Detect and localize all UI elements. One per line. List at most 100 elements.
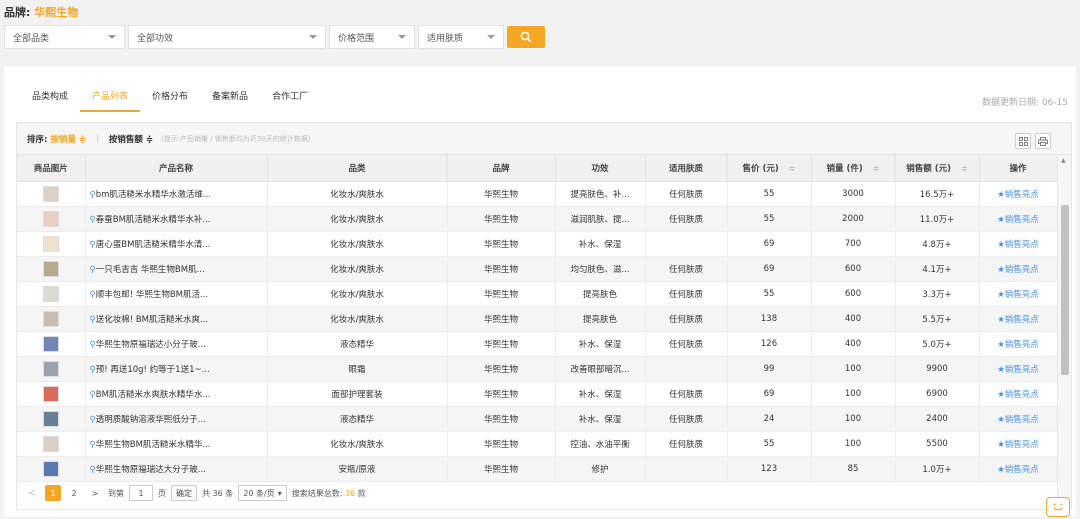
- product-name-text[interactable]: 唐心蛋BM肌活糙米精华水清...: [96, 240, 211, 250]
- highlight-link[interactable]: ★销售亮点: [979, 256, 1058, 282]
- sort-by-sales-button[interactable]: 按销量 ≑: [50, 133, 86, 145]
- product-name-cell[interactable]: ⚲送化妆棉! BM肌活糙米水爽...: [85, 306, 268, 332]
- product-name-text[interactable]: 预! 再送10g! 约等于1送1~...: [96, 365, 210, 375]
- sort-by-revenue-button[interactable]: 按销售额 ≑: [109, 133, 153, 145]
- effect-select[interactable]: 全部功效: [128, 25, 326, 49]
- column-settings-button[interactable]: [1015, 133, 1031, 149]
- skin-cell: 任何肤质: [645, 306, 728, 332]
- highlight-link[interactable]: ★销售亮点: [979, 456, 1058, 482]
- product-name-text[interactable]: 华熙生物BM肌活糙米水精华...: [96, 440, 211, 450]
- smile-chat-icon: [1053, 503, 1063, 511]
- product-name-cell[interactable]: ⚲BM肌活糙米水爽肤水精华水...: [85, 381, 268, 407]
- product-thumbnail[interactable]: [42, 385, 59, 402]
- product-name-text[interactable]: 华熙生物原福瑞达大分子玻...: [96, 465, 206, 475]
- col-header-price[interactable]: 售价 (元) ≑: [727, 155, 812, 182]
- goto-page-input[interactable]: 1: [129, 485, 153, 501]
- col-header-sales[interactable]: 销量 (件) ≑: [811, 155, 896, 182]
- price-cell: 55: [727, 206, 812, 232]
- category-select[interactable]: 全部品类: [4, 25, 125, 49]
- product-thumbnail[interactable]: [42, 460, 59, 477]
- highlight-link[interactable]: ★销售亮点: [979, 431, 1058, 457]
- divider: |: [96, 133, 99, 144]
- tab-new-filings[interactable]: 备案新品: [200, 89, 260, 112]
- brand-cell: 华熙生物: [447, 256, 556, 282]
- result-total: 搜索结果总数: 36 款: [292, 488, 366, 499]
- brand-cell: 华熙生物: [447, 356, 556, 382]
- goto-label: 到第: [108, 488, 124, 498]
- search-button[interactable]: [507, 26, 545, 48]
- product-thumbnail[interactable]: [42, 260, 59, 277]
- table-header-row: 商品图片 产品名称 品类 品牌 功效 适用肤质 售价 (元) ≑ 销量 (件) ≑ …: [17, 155, 1058, 182]
- highlight-link[interactable]: ★销售亮点: [979, 356, 1058, 382]
- highlight-link[interactable]: ★销售亮点: [979, 206, 1058, 232]
- category-cell: 液态精华: [267, 331, 448, 357]
- tab-product-list[interactable]: 产品列表: [80, 89, 141, 112]
- total-count: 共 36 条: [202, 488, 234, 498]
- product-name-text[interactable]: 透明质酸钠溶液华熙低分子...: [96, 415, 206, 425]
- product-thumbnail[interactable]: [42, 235, 59, 252]
- skin-cell: [645, 456, 728, 482]
- scrollbar-thumb[interactable]: [1061, 205, 1069, 375]
- product-name-text[interactable]: 送化妆棉! BM肌活糙米水爽...: [96, 315, 208, 325]
- page-1-button[interactable]: 1: [45, 485, 61, 501]
- print-button[interactable]: [1035, 133, 1051, 149]
- goto-confirm-button[interactable]: 确定: [171, 485, 197, 501]
- category-cell: 安瓶/原液: [267, 456, 448, 482]
- product-name-cell[interactable]: ⚲透明质酸钠溶液华熙低分子...: [85, 406, 268, 432]
- product-name-cell[interactable]: ⚲顺丰包邮! 华熙生物BM肌活...: [85, 281, 268, 307]
- product-name-text[interactable]: 顺丰包邮! 华熙生物BM肌活...: [96, 290, 208, 300]
- product-thumbnail[interactable]: [42, 335, 59, 352]
- vertical-scrollbar[interactable]: ▲ ▼: [1057, 155, 1071, 510]
- highlight-link[interactable]: ★销售亮点: [979, 406, 1058, 432]
- product-name-text[interactable]: bm肌活糙米水精华水激活维...: [96, 190, 211, 200]
- product-table-box: 排序: 按销量 ≑ | 按销售额 ≑ (提示:产品销量 / 销售额均为近30天的…: [16, 122, 1072, 510]
- product-thumbnail[interactable]: [42, 210, 59, 227]
- col-header-revenue[interactable]: 销售额 (元) ≑: [895, 155, 980, 182]
- highlight-link[interactable]: ★销售亮点: [979, 306, 1058, 332]
- product-name-text[interactable]: BM肌活糙米水爽肤水精华水...: [96, 390, 211, 400]
- product-name-cell[interactable]: ⚲华熙生物原福瑞达小分子玻...: [85, 331, 268, 357]
- product-thumbnail[interactable]: [42, 185, 59, 202]
- sort-icon[interactable]: ≑: [873, 164, 880, 173]
- product-thumbnail[interactable]: [42, 410, 59, 427]
- next-page-button[interactable]: >: [87, 485, 103, 501]
- prev-page-button[interactable]: <: [24, 485, 40, 501]
- price-range-select[interactable]: 价格范围: [329, 25, 415, 49]
- result-unit: 款: [357, 488, 366, 498]
- revenue-cell: 11.0万+: [895, 206, 980, 232]
- effect-cell: 改善眼部暗沉...: [555, 356, 646, 382]
- product-name-text[interactable]: 华熙生物原福瑞达小分子玻...: [96, 340, 206, 350]
- product-thumbnail[interactable]: [42, 435, 59, 452]
- print-icon: [1038, 136, 1048, 146]
- highlight-link[interactable]: ★销售亮点: [979, 181, 1058, 207]
- skin-type-select[interactable]: 适用肤质: [418, 25, 504, 49]
- product-name-cell[interactable]: ⚲华熙生物原福瑞达大分子玻...: [85, 456, 268, 482]
- page-2-button[interactable]: 2: [66, 485, 82, 501]
- product-name-cell[interactable]: ⚲bm肌活糙米水精华水激活维...: [85, 181, 268, 207]
- scroll-up-icon[interactable]: ▲: [1061, 157, 1066, 164]
- col-header-effect: 功效: [555, 155, 646, 182]
- tab-partner-factories[interactable]: 合作工厂: [260, 89, 320, 112]
- skin-cell: 任何肤质: [645, 256, 728, 282]
- effect-cell: 补水、保湿: [555, 231, 646, 257]
- product-name-cell[interactable]: ⚲唐心蛋BM肌活糙米精华水清...: [85, 231, 268, 257]
- highlight-link[interactable]: ★销售亮点: [979, 281, 1058, 307]
- product-name-text[interactable]: 一只毛吉吉 华熙生物BM肌...: [96, 265, 205, 275]
- product-name-cell[interactable]: ⚲预! 再送10g! 约等于1送1~...: [85, 356, 268, 382]
- sort-icon[interactable]: ≑: [789, 164, 796, 173]
- product-name-cell[interactable]: ⚲春蚕BM肌活糙米水精华水补...: [85, 206, 268, 232]
- product-name-text[interactable]: 春蚕BM肌活糙米水精华水补...: [96, 215, 211, 225]
- tab-category-composition[interactable]: 品类构成: [32, 89, 80, 112]
- product-name-cell[interactable]: ⚲一只毛吉吉 华熙生物BM肌...: [85, 256, 268, 282]
- highlight-link[interactable]: ★销售亮点: [979, 381, 1058, 407]
- product-name-cell[interactable]: ⚲华熙生物BM肌活糙米水精华...: [85, 431, 268, 457]
- page-size-select[interactable]: 20 条/页 ▾: [238, 485, 287, 501]
- product-thumbnail[interactable]: [42, 360, 59, 377]
- product-thumbnail[interactable]: [42, 285, 59, 302]
- chat-button[interactable]: [1046, 497, 1070, 517]
- tab-price-distribution[interactable]: 价格分布: [140, 89, 200, 112]
- highlight-link[interactable]: ★销售亮点: [979, 231, 1058, 257]
- sort-icon[interactable]: ≑: [961, 164, 968, 173]
- highlight-link[interactable]: ★销售亮点: [979, 331, 1058, 357]
- product-thumbnail[interactable]: [42, 310, 59, 327]
